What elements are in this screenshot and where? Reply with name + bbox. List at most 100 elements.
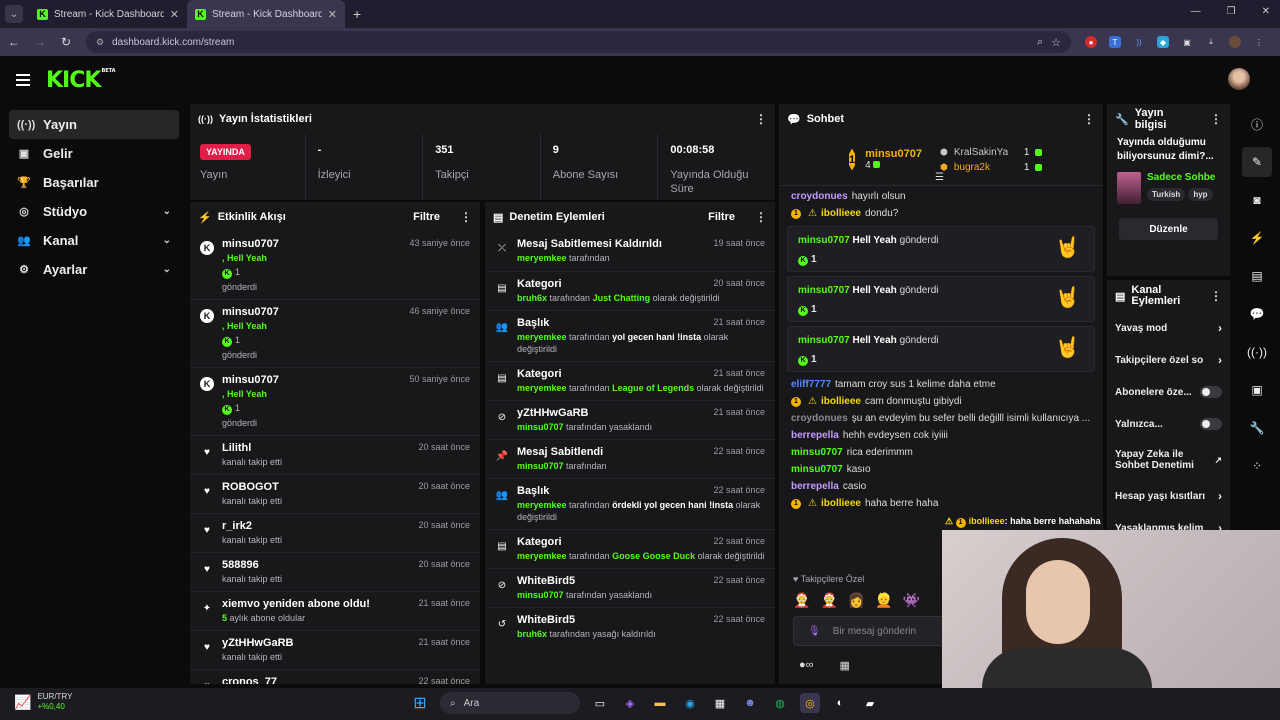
chat-message[interactable]: berrepella hehh evdeysen cok iyiiii <box>779 427 1103 444</box>
browser-tab[interactable]: K Stream - Kick Dashboard ✕ <box>29 0 187 28</box>
emote[interactable]: 👩 <box>848 592 865 609</box>
info-icon[interactable]: ⓘ <box>1242 109 1272 139</box>
maximize-button[interactable]: ❐ <box>1227 6 1236 17</box>
emote[interactable]: 🤶 <box>820 592 837 609</box>
extension-translate-icon[interactable]: T <box>1109 36 1121 48</box>
list-item[interactable]: ▤ Kategori 22 saat önce meryemkee tarafında… <box>485 529 775 568</box>
feed-user[interactable]: minsu0707 <box>222 238 279 250</box>
toggle-switch[interactable] <box>1200 386 1222 398</box>
chat-icon[interactable]: 💬 <box>1242 299 1272 329</box>
list-item[interactable]: Kminsu0707 46 saniye önce, Hell Yeah K 1 gön… <box>190 299 480 367</box>
discord-icon[interactable]: ☻ <box>740 693 760 713</box>
feed-user[interactable]: ROBOGOT <box>222 481 279 493</box>
obs-icon[interactable]: ◐ <box>830 693 850 713</box>
more-options-icon[interactable]: ⋮ <box>460 210 472 224</box>
list-item[interactable]: Kminsu0707 43 saniye önce, Hell Yeah K 1 gön… <box>190 232 480 299</box>
chat-message[interactable]: 1 ⚠ ibollieee cam donmuştu gibiydi <box>779 393 1103 410</box>
forward-icon[interactable]: → <box>34 35 46 49</box>
feed-user[interactable]: minsu0707 <box>222 306 279 318</box>
extension-blue-icon[interactable]: ◆ <box>1157 36 1169 48</box>
browser-tab[interactable]: K Stream - Kick Dashboard ✕ <box>187 0 345 28</box>
list-item[interactable]: ✦ xiemvo yeniden abone oldu! 21 saat önce 5… <box>190 591 480 630</box>
edit-button[interactable]: Düzenle <box>1119 218 1218 240</box>
list-item[interactable]: ⊘ WhiteBird5 22 saat önce minsu0707 tarafın… <box>485 568 775 607</box>
camera-icon[interactable]: ◙ <box>1242 185 1272 215</box>
chat-username[interactable]: croydonues <box>791 413 848 424</box>
reload-icon[interactable]: ↻ <box>60 35 72 49</box>
bookmark-star-icon[interactable]: ☆ <box>1051 36 1061 49</box>
download-icon[interactable]: ⤓ <box>1205 36 1217 48</box>
spotify-icon[interactable]: ◍ <box>770 693 790 713</box>
list-item[interactable]: ▤ Kategori 21 saat önce meryemkee tarafında… <box>485 361 775 400</box>
list-item[interactable]: Kminsu0707 50 saniye önce, Hell Yeah K 1 gön… <box>190 367 480 435</box>
collapse-icon[interactable]: ☰ <box>935 172 944 183</box>
sidebar-item[interactable]: ((·)) Yayın <box>9 110 179 139</box>
feed-user[interactable]: 588896 <box>222 559 259 571</box>
more-options-icon[interactable]: ⋮ <box>1083 112 1095 126</box>
list-item[interactable]: 👥 Başlık 22 saat önce meryemkee tarafından … <box>485 478 775 529</box>
more-options-icon[interactable]: ⋮ <box>755 210 767 224</box>
browser-profile-avatar[interactable] <box>1229 36 1241 48</box>
extensions-puzzle-icon[interactable]: ▣ <box>1181 36 1193 48</box>
channel-action-item[interactable]: Abonelere öze... <box>1107 376 1230 408</box>
list-item[interactable]: ⊘ yZtHHwGaRB 21 saat önce minsu0707 tarafın… <box>485 400 775 439</box>
category-name[interactable]: Sadece Sohbe <box>1147 172 1215 183</box>
chat-username[interactable]: ibollieee <box>821 498 861 509</box>
chat-username[interactable]: ibollieee <box>821 208 861 219</box>
new-tab-button[interactable]: + <box>353 6 361 22</box>
feed-user[interactable]: minsu0707 <box>222 374 279 386</box>
more-options-icon[interactable]: ⋮ <box>755 112 767 126</box>
list-item[interactable]: ♥ r_irk2 20 saat önce kanalı takip etti <box>190 513 480 552</box>
layout-icon[interactable]: ▣ <box>1242 375 1272 405</box>
chat-message[interactable]: eliff7777 tamam croy sus 1 kelime daha et… <box>779 376 1103 393</box>
sidebar-item[interactable]: 👥 Kanal ⌄ <box>9 226 179 255</box>
edge-icon[interactable]: ◉ <box>680 693 700 713</box>
chat-username[interactable]: minsu0707 <box>791 464 843 475</box>
list-item[interactable]: ⤫ Mesaj Sabitlemesi Kaldırıldı 19 saat önc… <box>485 232 775 271</box>
filter-button[interactable]: Filtre <box>413 211 440 223</box>
channel-action-item[interactable]: Yasaklanmış kelim › <box>1107 512 1230 530</box>
tag-chip[interactable]: hyp <box>1188 188 1213 201</box>
emote[interactable]: 👾 <box>903 592 920 609</box>
sidebar-item[interactable]: 🏆 Başarılar <box>9 168 179 197</box>
chat-username[interactable]: minsu0707 <box>798 285 850 296</box>
chat-username[interactable]: minsu0707 <box>798 335 850 346</box>
list-item[interactable]: ♥ yZtHHwGaRB 21 saat önce kanalı takip etti <box>190 630 480 669</box>
chat-username[interactable]: eliff7777 <box>791 379 831 390</box>
feed-user[interactable]: Lilithl <box>222 442 251 454</box>
taskbar-search[interactable]: ⌕ Ara <box>440 692 580 714</box>
wrench-icon[interactable]: 🔧 <box>1242 413 1272 443</box>
channel-action-item[interactable]: Hesap yaşı kısıtları › <box>1107 480 1230 512</box>
windows-start-icon[interactable]: ⊞ <box>410 693 430 713</box>
list-item[interactable]: ♥ ROBOGOT 20 saat önce kanalı takip etti <box>190 474 480 513</box>
avatar[interactable] <box>1228 68 1250 90</box>
chat-username[interactable]: minsu0707 <box>798 235 850 246</box>
extension-red-icon[interactable]: ● <box>1085 36 1097 48</box>
tag-chip[interactable]: Turkish <box>1147 188 1186 201</box>
kick-points-icon[interactable]: ●∞ <box>799 659 814 672</box>
chat-message[interactable]: croydonues hayırlı olsun <box>779 188 1103 205</box>
list-item[interactable]: 📌 Mesaj Sabitlendi 22 saat önce minsu0707 t… <box>485 439 775 478</box>
chat-message[interactable]: croydonues şu an evdeyim bu sefer belli d… <box>779 410 1103 427</box>
filter-button[interactable]: Filtre <box>708 211 735 223</box>
chat-username[interactable]: ibollieee <box>821 396 861 407</box>
chat-message[interactable]: 1 ⚠ ibollieee dondu? <box>779 205 1103 222</box>
kick-logo[interactable]: KICKBETA <box>46 68 116 93</box>
chat-username[interactable]: berrepella <box>791 481 839 492</box>
chat-message[interactable]: minsu0707 rica ederimmm <box>779 444 1103 461</box>
list-item[interactable]: ↺ WhiteBird5 22 saat önce bruh6x tarafından… <box>485 607 775 646</box>
menu-icon[interactable] <box>16 74 30 86</box>
channel-action-item[interactable]: Yalnızca... <box>1107 408 1230 440</box>
browser-menu-icon[interactable]: ⋮ <box>1253 36 1265 48</box>
feed-user[interactable]: yZtHHwGaRB <box>222 637 294 649</box>
back-icon[interactable]: ← <box>8 35 20 49</box>
list-item[interactable]: 👥 Başlık 21 saat önce meryemkee tarafından … <box>485 310 775 361</box>
minimize-button[interactable]: — <box>1191 6 1201 17</box>
chrome-icon[interactable]: ◎ <box>800 693 820 713</box>
list-item[interactable]: ♥ 588896 20 saat önce kanalı takip etti <box>190 552 480 591</box>
list-item[interactable]: ♥ Lilithl 20 saat önce kanalı takip etti <box>190 435 480 474</box>
copilot-icon[interactable]: ◈ <box>620 693 640 713</box>
chat-username[interactable]: croydonues <box>791 191 848 202</box>
chat-message[interactable]: berrepella casio <box>779 478 1103 495</box>
chevron-down-icon[interactable]: ⌄ <box>163 264 171 275</box>
